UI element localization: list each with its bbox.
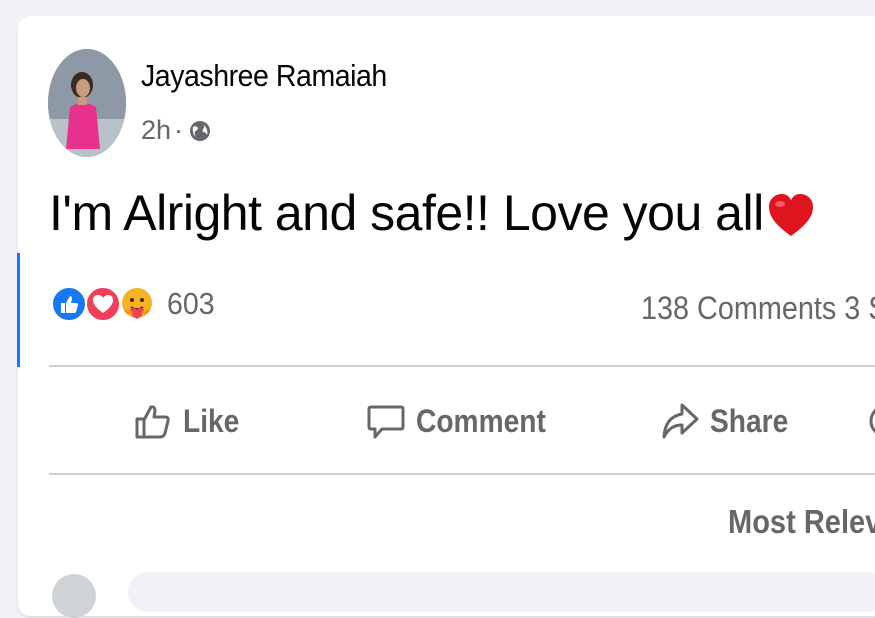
post-text: I'm Alright and safe!! Love you all [49,185,764,241]
like-label: Like [183,402,240,439]
globe-icon[interactable] [188,119,212,143]
like-reaction-icon [51,286,87,322]
comment-button[interactable]: Comment [366,388,564,454]
commenter-avatar [52,574,96,618]
post-meta: 2h · [141,115,212,146]
post-body: I'm Alright and safe!! Love you all [49,184,816,242]
share-button[interactable]: Share [660,388,799,454]
reactions-summary[interactable]: 603 [51,286,219,322]
red-heart-icon [768,194,813,236]
more-reactions-button[interactable] [866,388,875,454]
avatar-photo [48,49,126,157]
share-label: Share [710,402,789,439]
author-name[interactable]: Jayashree Ramaiah [141,58,387,94]
focus-accent-bar [17,253,20,367]
comment-label: Comment [416,402,546,439]
share-arrow-icon [662,403,699,439]
post-actions: Like Comment Share [0,388,875,458]
emoji-face-icon [869,408,875,434]
post-timestamp[interactable]: 2h [141,115,171,146]
author-avatar[interactable] [48,49,126,157]
comments-shares-count[interactable]: 138 Comments 3 S [641,290,875,327]
like-button[interactable]: Like [133,388,247,454]
reaction-count[interactable]: 603 [167,286,215,322]
divider-top [49,365,875,367]
care-reaction-icon [122,288,152,319]
comment-preview [128,572,875,612]
meta-separator: · [174,115,184,145]
comment-sort-dropdown[interactable]: Most Releva [728,503,875,541]
thumbs-up-icon [135,405,170,439]
divider-bottom [49,473,875,475]
love-reaction-icon [85,286,121,322]
comment-bubble-icon [367,405,405,439]
